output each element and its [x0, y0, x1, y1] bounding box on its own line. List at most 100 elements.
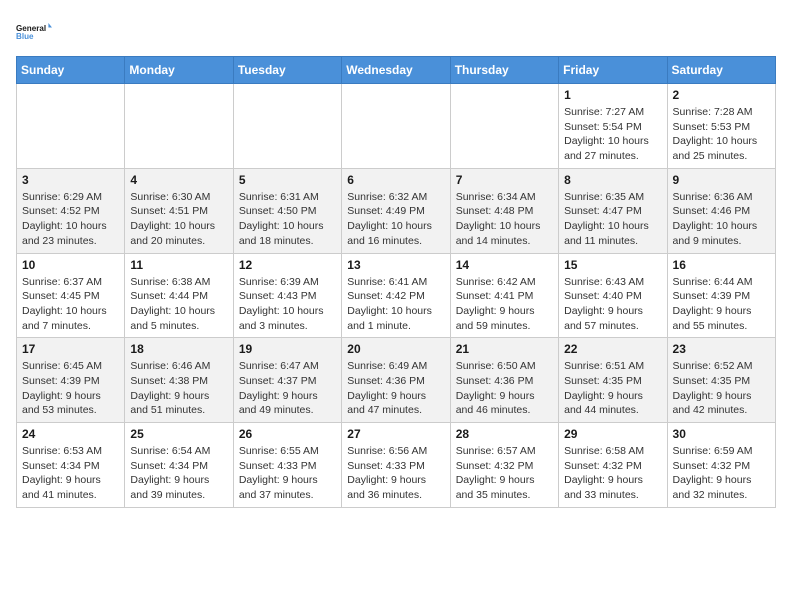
- calendar-cell: 7Sunrise: 6:34 AMSunset: 4:48 PMDaylight…: [450, 168, 558, 253]
- day-number: 4: [130, 173, 227, 187]
- day-info: Sunrise: 6:35 AMSunset: 4:47 PMDaylight:…: [564, 190, 661, 249]
- weekday-header-friday: Friday: [559, 57, 667, 84]
- day-number: 13: [347, 258, 444, 272]
- day-info: Sunrise: 7:27 AMSunset: 5:54 PMDaylight:…: [564, 105, 661, 164]
- weekday-header-thursday: Thursday: [450, 57, 558, 84]
- day-info: Sunrise: 6:50 AMSunset: 4:36 PMDaylight:…: [456, 359, 553, 418]
- calendar-cell: 28 Sunrise: 6:57 AMSunset: 4:32 PMDayligh…: [450, 423, 558, 508]
- calendar-cell: 19 Sunrise: 6:47 AMSunset: 4:37 PMDayligh…: [233, 338, 341, 423]
- logo-svg: General Blue: [16, 16, 52, 48]
- day-number: 17: [22, 342, 119, 356]
- page-header: General Blue: [16, 16, 776, 48]
- day-info: Sunrise: 6:36 AMSunset: 4:46 PMDaylight:…: [673, 190, 770, 249]
- calendar-week-4: 17 Sunrise: 6:45 AMSunset: 4:39 PMDayligh…: [17, 338, 776, 423]
- calendar-cell: 24 Sunrise: 6:53 AMSunset: 4:34 PMDayligh…: [17, 423, 125, 508]
- day-number: 8: [564, 173, 661, 187]
- day-number: 18: [130, 342, 227, 356]
- day-info: Sunrise: 6:54 AMSunset: 4:34 PMDaylight:…: [130, 444, 227, 503]
- weekday-header-saturday: Saturday: [667, 57, 775, 84]
- day-number: 11: [130, 258, 227, 272]
- calendar-cell: [233, 84, 341, 169]
- calendar-cell: 9 Sunrise: 6:36 AMSunset: 4:46 PMDaylight…: [667, 168, 775, 253]
- day-info: Sunrise: 6:53 AMSunset: 4:34 PMDaylight:…: [22, 444, 119, 503]
- day-info: Sunrise: 6:59 AMSunset: 4:32 PMDaylight:…: [673, 444, 770, 503]
- day-info: Sunrise: 7:28 AMSunset: 5:53 PMDaylight:…: [673, 105, 770, 164]
- day-info: Sunrise: 6:55 AMSunset: 4:33 PMDaylight:…: [239, 444, 336, 503]
- day-info: Sunrise: 6:38 AMSunset: 4:44 PMDaylight:…: [130, 275, 227, 334]
- day-number: 24: [22, 427, 119, 441]
- calendar-cell: 8 Sunrise: 6:35 AMSunset: 4:47 PMDaylight…: [559, 168, 667, 253]
- day-number: 16: [673, 258, 770, 272]
- day-info: Sunrise: 6:47 AMSunset: 4:37 PMDaylight:…: [239, 359, 336, 418]
- day-number: 27: [347, 427, 444, 441]
- day-number: 29: [564, 427, 661, 441]
- calendar-header-row: SundayMondayTuesdayWednesdayThursdayFrid…: [17, 57, 776, 84]
- calendar-cell: 2 Sunrise: 7:28 AMSunset: 5:53 PMDaylight…: [667, 84, 775, 169]
- calendar-body: 1 Sunrise: 7:27 AMSunset: 5:54 PMDaylight…: [17, 84, 776, 508]
- day-number: 7: [456, 173, 553, 187]
- day-number: 9: [673, 173, 770, 187]
- day-info: Sunrise: 6:45 AMSunset: 4:39 PMDaylight:…: [22, 359, 119, 418]
- day-number: 23: [673, 342, 770, 356]
- calendar-table: SundayMondayTuesdayWednesdayThursdayFrid…: [16, 56, 776, 508]
- calendar-cell: 22 Sunrise: 6:51 AMSunset: 4:35 PMDayligh…: [559, 338, 667, 423]
- svg-text:Blue: Blue: [16, 32, 34, 41]
- calendar-cell: [125, 84, 233, 169]
- weekday-header-wednesday: Wednesday: [342, 57, 450, 84]
- day-number: 14: [456, 258, 553, 272]
- calendar-cell: 21 Sunrise: 6:50 AMSunset: 4:36 PMDayligh…: [450, 338, 558, 423]
- day-number: 21: [456, 342, 553, 356]
- day-number: 19: [239, 342, 336, 356]
- day-info: Sunrise: 6:41 AMSunset: 4:42 PMDaylight:…: [347, 275, 444, 334]
- calendar-cell: [342, 84, 450, 169]
- weekday-header-sunday: Sunday: [17, 57, 125, 84]
- calendar-week-2: 3Sunrise: 6:29 AMSunset: 4:52 PMDaylight…: [17, 168, 776, 253]
- day-info: Sunrise: 6:42 AMSunset: 4:41 PMDaylight:…: [456, 275, 553, 334]
- calendar-cell: 4 Sunrise: 6:30 AMSunset: 4:51 PMDaylight…: [125, 168, 233, 253]
- day-number: 22: [564, 342, 661, 356]
- calendar-cell: 10 Sunrise: 6:37 AMSunset: 4:45 PMDayligh…: [17, 253, 125, 338]
- day-info: Sunrise: 6:51 AMSunset: 4:35 PMDaylight:…: [564, 359, 661, 418]
- calendar-cell: 23 Sunrise: 6:52 AMSunset: 4:35 PMDayligh…: [667, 338, 775, 423]
- weekday-header-monday: Monday: [125, 57, 233, 84]
- day-number: 28: [456, 427, 553, 441]
- calendar-cell: 13 Sunrise: 6:41 AMSunset: 4:42 PMDayligh…: [342, 253, 450, 338]
- day-info: Sunrise: 6:46 AMSunset: 4:38 PMDaylight:…: [130, 359, 227, 418]
- day-number: 2: [673, 88, 770, 102]
- calendar-cell: 26 Sunrise: 6:55 AMSunset: 4:33 PMDayligh…: [233, 423, 341, 508]
- day-info: Sunrise: 6:58 AMSunset: 4:32 PMDaylight:…: [564, 444, 661, 503]
- calendar-cell: 6Sunrise: 6:32 AMSunset: 4:49 PMDaylight…: [342, 168, 450, 253]
- weekday-header-tuesday: Tuesday: [233, 57, 341, 84]
- calendar-cell: 16 Sunrise: 6:44 AMSunset: 4:39 PMDayligh…: [667, 253, 775, 338]
- day-number: 26: [239, 427, 336, 441]
- day-number: 6: [347, 173, 444, 187]
- day-info: Sunrise: 6:39 AMSunset: 4:43 PMDaylight:…: [239, 275, 336, 334]
- day-info: Sunrise: 6:37 AMSunset: 4:45 PMDaylight:…: [22, 275, 119, 334]
- calendar-cell: [450, 84, 558, 169]
- day-info: Sunrise: 6:29 AMSunset: 4:52 PMDaylight:…: [22, 190, 119, 249]
- day-number: 1: [564, 88, 661, 102]
- calendar-cell: 18 Sunrise: 6:46 AMSunset: 4:38 PMDayligh…: [125, 338, 233, 423]
- day-info: Sunrise: 6:52 AMSunset: 4:35 PMDaylight:…: [673, 359, 770, 418]
- calendar-cell: 17 Sunrise: 6:45 AMSunset: 4:39 PMDayligh…: [17, 338, 125, 423]
- day-info: Sunrise: 6:57 AMSunset: 4:32 PMDaylight:…: [456, 444, 553, 503]
- day-number: 5: [239, 173, 336, 187]
- svg-text:General: General: [16, 24, 46, 33]
- day-number: 30: [673, 427, 770, 441]
- day-info: Sunrise: 6:44 AMSunset: 4:39 PMDaylight:…: [673, 275, 770, 334]
- calendar-cell: 1 Sunrise: 7:27 AMSunset: 5:54 PMDaylight…: [559, 84, 667, 169]
- calendar-week-3: 10 Sunrise: 6:37 AMSunset: 4:45 PMDayligh…: [17, 253, 776, 338]
- day-info: Sunrise: 6:49 AMSunset: 4:36 PMDaylight:…: [347, 359, 444, 418]
- day-number: 25: [130, 427, 227, 441]
- calendar-cell: 27Sunrise: 6:56 AMSunset: 4:33 PMDayligh…: [342, 423, 450, 508]
- calendar-cell: 30 Sunrise: 6:59 AMSunset: 4:32 PMDayligh…: [667, 423, 775, 508]
- calendar-cell: 11 Sunrise: 6:38 AMSunset: 4:44 PMDayligh…: [125, 253, 233, 338]
- day-number: 15: [564, 258, 661, 272]
- day-number: 10: [22, 258, 119, 272]
- calendar-cell: 5Sunrise: 6:31 AMSunset: 4:50 PMDaylight…: [233, 168, 341, 253]
- day-info: Sunrise: 6:30 AMSunset: 4:51 PMDaylight:…: [130, 190, 227, 249]
- logo: General Blue: [16, 16, 52, 48]
- calendar-week-5: 24 Sunrise: 6:53 AMSunset: 4:34 PMDayligh…: [17, 423, 776, 508]
- day-info: Sunrise: 6:43 AMSunset: 4:40 PMDaylight:…: [564, 275, 661, 334]
- calendar-cell: 29 Sunrise: 6:58 AMSunset: 4:32 PMDayligh…: [559, 423, 667, 508]
